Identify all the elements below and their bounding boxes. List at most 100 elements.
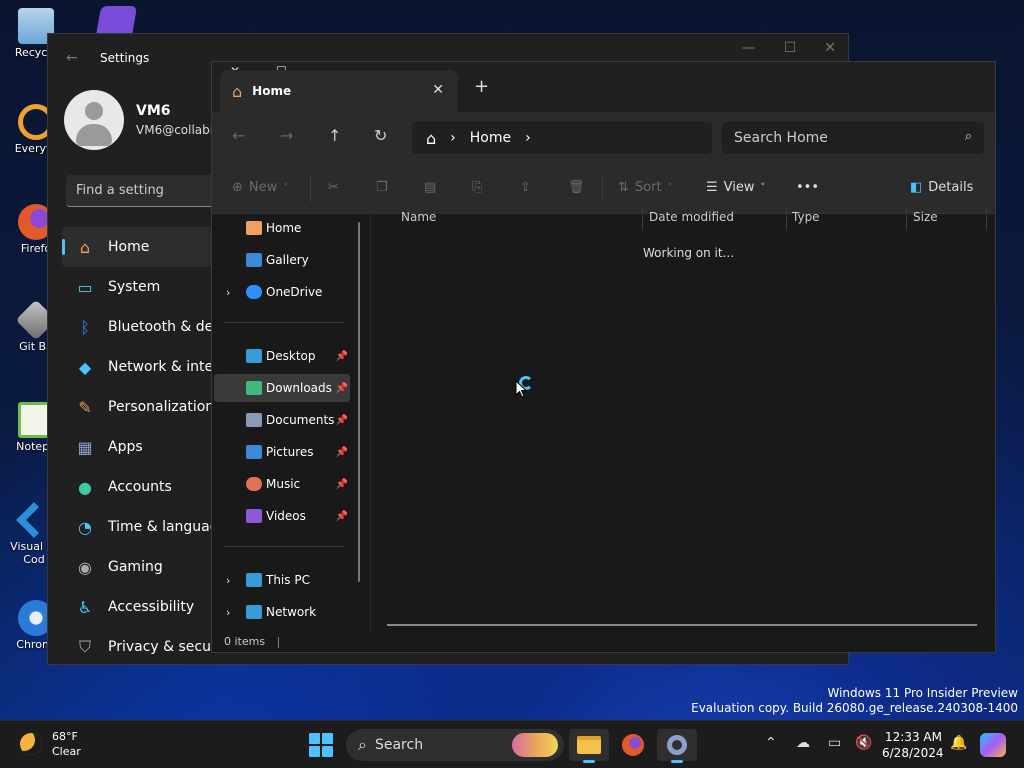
downloads-icon	[246, 381, 262, 395]
breadcrumb-home[interactable]: Home	[470, 130, 511, 146]
music-icon	[246, 477, 262, 491]
chevron-right-icon[interactable]: ›	[226, 606, 230, 619]
mouse-cursor-icon	[515, 380, 527, 398]
pin-icon[interactable]: 📌	[336, 351, 348, 362]
close-button[interactable]: ✕	[824, 40, 836, 56]
pin-icon[interactable]: 📌	[336, 511, 348, 522]
refresh-button[interactable]: ↻	[374, 126, 387, 145]
column-size[interactable]: Size	[913, 204, 938, 230]
nav-item-gallery[interactable]: Gallery	[214, 246, 350, 274]
up-button[interactable]: ↑	[328, 126, 341, 145]
tab-home[interactable]: ⌂ Home ✕	[220, 70, 458, 112]
chevron-right-icon[interactable]: ›	[450, 130, 456, 146]
nav-pane-scrollbar[interactable]	[358, 222, 360, 582]
settings-nav-label: Bluetooth & devi	[108, 319, 226, 335]
volume-muted-icon[interactable]: 🔇	[855, 735, 872, 751]
nav-item-documents[interactable]: Documents 📌	[214, 406, 350, 434]
onedrive-icon	[246, 285, 262, 299]
settings-nav-label: Network & intern	[108, 359, 228, 375]
gear-icon	[667, 735, 687, 755]
breadcrumb[interactable]: ⌂ › Home ›	[412, 122, 712, 154]
pin-icon[interactable]: 📌	[336, 479, 348, 490]
nav-label: Downloads	[266, 381, 332, 395]
nav-item-desktop[interactable]: Desktop 📌	[214, 342, 350, 370]
chevron-right-icon[interactable]: ›	[226, 574, 230, 587]
taskbar-file-explorer[interactable]	[569, 729, 609, 763]
address-bar: ← → ↑ ↻ ⌂ › Home › Search Home ⌕	[212, 112, 995, 164]
rename-icon: ⎘	[472, 180, 483, 195]
wifi-icon: ◆	[78, 357, 92, 377]
copy-button[interactable]: ❐	[376, 180, 388, 195]
view-button[interactable]: ☰ View ˅	[706, 180, 765, 195]
nav-item-pictures[interactable]: Pictures 📌	[214, 438, 350, 466]
item-count: 0 items	[224, 635, 266, 648]
pin-icon[interactable]: 📌	[336, 383, 348, 394]
weather-widget[interactable]: 68°F Clear	[20, 729, 81, 759]
taskbar-settings[interactable]	[657, 729, 697, 763]
nav-label: Desktop	[266, 349, 316, 363]
chevron-up-icon[interactable]: ⌃	[765, 735, 777, 751]
details-label: Details	[928, 180, 974, 195]
taskbar-firefox[interactable]	[613, 729, 653, 761]
view-label: View	[723, 180, 755, 195]
new-button[interactable]: ⊕ New ˅	[232, 180, 288, 195]
nav-item-music[interactable]: Music 📌	[214, 470, 350, 498]
search-input[interactable]: Search Home ⌕	[722, 122, 984, 154]
rename-button[interactable]: ⎘	[472, 180, 482, 195]
chevron-right-icon[interactable]: ›	[226, 286, 230, 299]
brush-icon: ✎	[78, 397, 92, 417]
pin-icon[interactable]: 📌	[336, 415, 348, 426]
settings-nav-label: Time & language	[108, 519, 228, 535]
nav-item-downloads[interactable]: Downloads 📌	[214, 374, 350, 402]
new-tab-button[interactable]: +	[474, 76, 489, 97]
share-icon: ⇪	[520, 180, 531, 195]
copilot-icon[interactable]	[980, 733, 1006, 757]
chevron-right-icon[interactable]: ›	[525, 130, 531, 146]
cloud-offline-icon[interactable]: ☁	[796, 735, 810, 751]
home-icon	[246, 221, 262, 235]
sort-button[interactable]: ⇅ Sort ˅	[618, 180, 672, 195]
column-name[interactable]: Name	[401, 204, 436, 230]
moon-icon	[20, 733, 42, 755]
paste-button[interactable]: ▤	[424, 180, 436, 195]
more-options-button[interactable]: •••	[796, 180, 819, 195]
taskbar-search[interactable]: ⌕ Search	[346, 729, 564, 761]
trash-icon: 🗑	[568, 180, 585, 195]
back-arrow-icon[interactable]: ←	[66, 50, 88, 66]
nav-label: Music	[266, 477, 301, 491]
cut-button[interactable]: ✂	[328, 180, 339, 195]
pin-icon[interactable]: 📌	[336, 447, 348, 458]
nav-item-onedrive[interactable]: › OneDrive	[214, 278, 350, 306]
start-button[interactable]	[309, 733, 333, 757]
share-button[interactable]: ⇪	[520, 180, 531, 195]
delete-button[interactable]: 🗑	[568, 180, 585, 195]
settings-nav-label: Home	[108, 239, 150, 255]
user-profile[interactable]: VM6 VM6@collabn	[64, 90, 217, 150]
column-type[interactable]: Type	[792, 204, 820, 230]
forward-button[interactable]: →	[280, 126, 293, 145]
nav-item-home[interactable]: Home	[214, 214, 350, 242]
videos-icon	[246, 509, 262, 523]
chevron-down-icon: ˅	[667, 182, 673, 193]
nav-label: Documents	[266, 413, 335, 427]
details-button[interactable]: ◧ Details	[910, 180, 973, 195]
shield-icon: ⛉	[78, 637, 91, 656]
notification-bell-icon[interactable]: 🔔	[950, 735, 967, 751]
tab-close-button[interactable]: ✕	[432, 82, 444, 98]
column-date-modified[interactable]: Date modified	[649, 204, 734, 230]
nav-item-this-pc[interactable]: › This PC	[214, 566, 350, 594]
watermark-line1: Windows 11 Pro Insider Preview	[827, 686, 1018, 700]
nav-item-videos[interactable]: Videos 📌	[214, 502, 350, 530]
minimize-button[interactable]: —	[742, 40, 756, 56]
chevron-down-icon: ˅	[283, 182, 288, 193]
back-button[interactable]: ←	[232, 126, 245, 145]
network-icon[interactable]: ▭	[828, 735, 841, 751]
maximize-button[interactable]: ☐	[784, 40, 797, 56]
accounts-icon: ●	[78, 477, 92, 497]
nav-item-network[interactable]: › Network	[214, 598, 350, 626]
view-icon: ☰	[706, 180, 718, 195]
clock[interactable]: 12:33 AM 6/28/2024	[882, 729, 944, 761]
user-email: VM6@collabn	[136, 123, 218, 137]
horizontal-scrollbar[interactable]	[387, 624, 977, 626]
search-highlight-icon	[512, 733, 558, 757]
